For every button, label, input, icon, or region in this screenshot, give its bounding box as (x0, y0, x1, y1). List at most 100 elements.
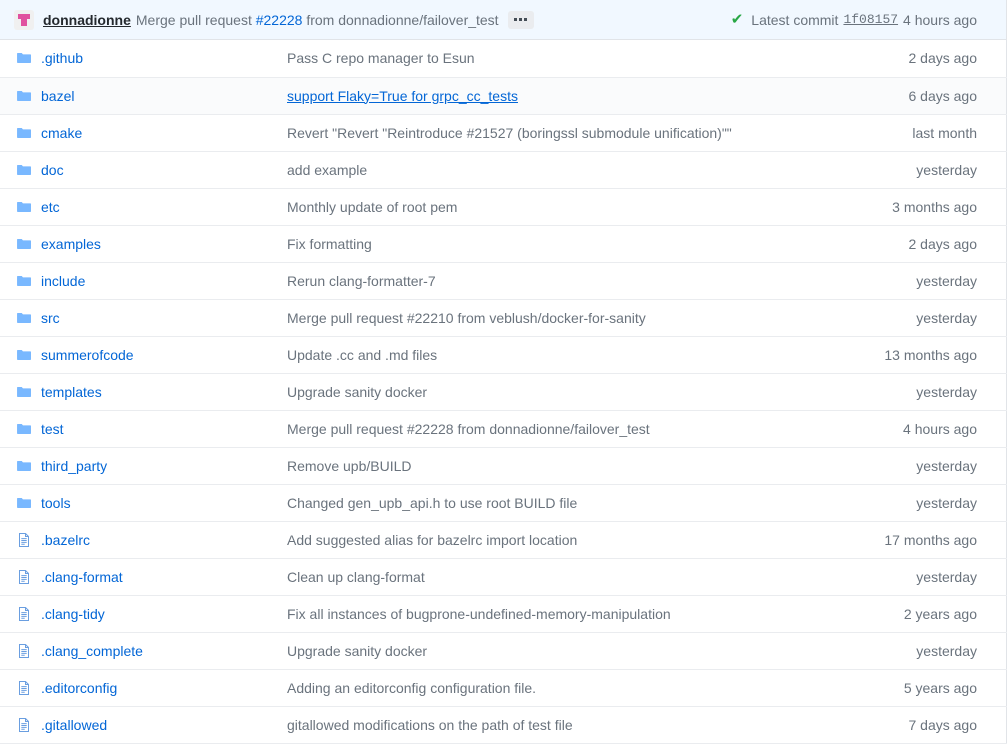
table-row[interactable]: .github Pass C repo manager to Esun2 days… (0, 40, 1007, 77)
entry-commit-age: yesterday (811, 447, 1007, 484)
user-avatar[interactable] (14, 10, 34, 30)
table-row[interactable]: third_party Remove upb/BUILDyesterday (0, 447, 1007, 484)
repository-file-table: .githubPass C repo manager to Esun2 days… (0, 40, 1007, 744)
entry-message-cell: Monthly update of root pem (286, 188, 811, 225)
entry-message-cell: Clean up clang-format (286, 558, 811, 595)
entry-name-cell: doc (32, 151, 286, 188)
entry-name-link[interactable]: .editorconfig (41, 680, 117, 696)
entry-name-link[interactable]: examples (41, 236, 101, 252)
entry-message-cell: gitallowed modifications on the path of … (286, 706, 811, 743)
entry-name-link[interactable]: templates (41, 384, 102, 400)
entry-name-link[interactable]: src (41, 310, 60, 326)
table-row[interactable]: tools Changed gen_upb_api.h to use root B… (0, 484, 1007, 521)
entry-name-link[interactable]: include (41, 273, 85, 289)
pull-request-link[interactable]: #22228 (256, 12, 303, 28)
entry-commit-age: 6 days ago (811, 77, 1007, 114)
entry-message-cell: Merge pull request #22228 from donnadion… (286, 410, 811, 447)
entry-name-cell: .github (32, 40, 286, 77)
table-row[interactable]: .editorconfig Adding an editorconfig conf… (0, 669, 1007, 706)
entry-commit-message[interactable]: support Flaky=True for grpc_cc_tests (287, 88, 518, 104)
table-row[interactable]: src Merge pull request #22210 from veblus… (0, 299, 1007, 336)
entry-message-cell: Adding an editorconfig configuration fil… (286, 669, 811, 706)
latest-commit-meta: ✔ Latest commit 1f08157 4 hours ago (731, 0, 1007, 39)
entry-name-cell: cmake (32, 114, 286, 151)
entry-name-link[interactable]: .clang_complete (41, 643, 143, 659)
entry-commit-message: Add suggested alias for bazelrc import l… (287, 532, 577, 548)
entry-message-cell: Fix all instances of bugprone-undefined-… (286, 595, 811, 632)
table-row[interactable]: templatesUpgrade sanity dockeryesterday (0, 373, 1007, 410)
table-row[interactable]: .clang-tidy Fix all instances of bugprone… (0, 595, 1007, 632)
entry-name-cell: src (32, 299, 286, 336)
entry-commit-message: Clean up clang-format (287, 569, 425, 585)
entry-commit-message: Adding an editorconfig configuration fil… (287, 680, 536, 696)
entry-name-cell: .clang_complete (32, 632, 286, 669)
commit-sha-link[interactable]: 1f08157 (843, 12, 898, 27)
entry-name-link[interactable]: .gitallowed (41, 717, 107, 733)
entry-name-cell: test (32, 410, 286, 447)
entry-message-cell: Remove upb/BUILD (286, 447, 811, 484)
entry-commit-age: 4 hours ago (811, 410, 1007, 447)
entry-name-link[interactable]: .github (41, 50, 83, 66)
entry-name-link[interactable]: cmake (41, 125, 82, 141)
entry-message-cell: Add suggested alias for bazelrc import l… (286, 521, 811, 558)
entry-commit-age: 2 days ago (811, 225, 1007, 262)
entry-name-link[interactable]: bazel (41, 88, 74, 104)
entry-name-link[interactable]: etc (41, 199, 60, 215)
table-row[interactable]: .gitallowed gitallowed modifications on t… (0, 706, 1007, 743)
entry-commit-age: 2 days ago (811, 40, 1007, 77)
table-row[interactable]: .bazelrc Add suggested alias for bazelrc … (0, 521, 1007, 558)
entry-name-link[interactable]: tools (41, 495, 71, 511)
table-row[interactable]: examples Fix formatting2 days ago (0, 225, 1007, 262)
entry-name-cell: include (32, 262, 286, 299)
entry-name-link[interactable]: .bazelrc (41, 532, 90, 548)
commit-author-link[interactable]: donnadionne (43, 12, 131, 28)
table-row[interactable]: test Merge pull request #22228 from donna… (0, 410, 1007, 447)
table-row[interactable]: summerofcodeUpdate .cc and .md files13 m… (0, 336, 1007, 373)
folder-icon (0, 151, 32, 188)
table-row[interactable]: etcMonthly update of root pem3 months ag… (0, 188, 1007, 225)
folder-icon (0, 262, 32, 299)
entry-commit-age: 17 months ago (811, 521, 1007, 558)
entry-commit-message: Merge pull request #22210 from veblush/d… (287, 310, 646, 326)
entry-name-link[interactable]: third_party (41, 458, 107, 474)
entry-name-link[interactable]: summerofcode (41, 347, 134, 363)
table-row[interactable]: cmake Revert "Revert "Reintroduce #21527 … (0, 114, 1007, 151)
file-icon (0, 521, 32, 558)
ellipsis-dot (524, 18, 527, 21)
entry-commit-message: Revert "Revert "Reintroduce #21527 (bori… (287, 125, 732, 141)
table-row[interactable]: includeRerun clang-formatter-7yesterday (0, 262, 1007, 299)
commit-details-ellipsis-button[interactable] (508, 11, 534, 29)
entry-name-link[interactable]: .clang-tidy (41, 606, 105, 622)
entry-commit-age: last month (811, 114, 1007, 151)
entry-name-cell: etc (32, 188, 286, 225)
table-row[interactable]: .clang-formatClean up clang-formatyester… (0, 558, 1007, 595)
entry-commit-message: Monthly update of root pem (287, 199, 457, 215)
table-row[interactable]: docadd exampleyesterday (0, 151, 1007, 188)
entry-message-cell: support Flaky=True for grpc_cc_tests (286, 77, 811, 114)
entry-message-cell: Pass C repo manager to Esun (286, 40, 811, 77)
folder-icon (0, 336, 32, 373)
folder-icon (0, 114, 32, 151)
table-row[interactable]: bazel support Flaky=True for grpc_cc_test… (0, 77, 1007, 114)
entry-name-link[interactable]: .clang-format (41, 569, 123, 585)
entry-message-cell: add example (286, 151, 811, 188)
entry-commit-message: Upgrade sanity docker (287, 384, 427, 400)
ellipsis-dot (514, 18, 517, 21)
folder-icon (0, 225, 32, 262)
latest-commit-label: Latest commit (751, 12, 838, 28)
folder-icon (0, 77, 32, 114)
folder-icon (0, 40, 32, 77)
entry-name-link[interactable]: doc (41, 162, 64, 178)
table-row[interactable]: .clang_completeUpgrade sanity dockeryest… (0, 632, 1007, 669)
entry-commit-message: gitallowed modifications on the path of … (287, 717, 573, 733)
entry-message-cell: Upgrade sanity docker (286, 373, 811, 410)
entry-message-cell: Update .cc and .md files (286, 336, 811, 373)
file-icon (0, 595, 32, 632)
entry-message-cell: Fix formatting (286, 225, 811, 262)
entry-name-cell: third_party (32, 447, 286, 484)
entry-name-cell: .gitallowed (32, 706, 286, 743)
entry-name-cell: .clang-format (32, 558, 286, 595)
entry-name-link[interactable]: test (41, 421, 64, 437)
folder-icon (0, 299, 32, 336)
entry-commit-message: Changed gen_upb_api.h to use root BUILD … (287, 495, 577, 511)
